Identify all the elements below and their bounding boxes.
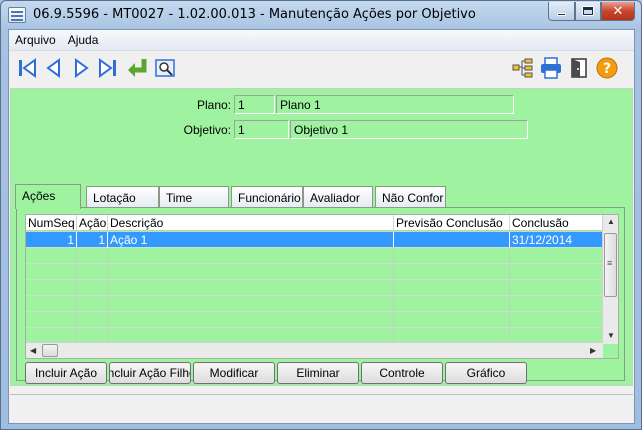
cell-acao: 1	[77, 232, 108, 248]
client-area: Arquivo Ajuda ? Plano: 1 Plano 1 Objetiv…	[8, 29, 635, 424]
horizontal-scroll-thumb[interactable]	[42, 344, 58, 357]
acoes-grid[interactable]: NumSeq Ação Descrição Previsão Conclusão…	[25, 214, 619, 359]
menu-arquivo[interactable]: Arquivo	[9, 33, 62, 47]
svg-text:?: ?	[603, 61, 611, 77]
maximize-icon	[582, 6, 594, 16]
vertical-scroll-thumb[interactable]	[604, 233, 617, 297]
cell-numseq: 1	[26, 232, 77, 248]
scroll-down-arrow-icon[interactable]: ▼	[607, 331, 615, 340]
title-bar: 06.9.5596 - MT0027 - 1.02.00.013 - Manut…	[1, 1, 641, 29]
empty-row	[26, 280, 603, 296]
help-button[interactable]: ?	[595, 56, 619, 80]
zoom-button[interactable]	[153, 56, 177, 80]
previous-record-icon	[46, 58, 60, 78]
hierarchy-button[interactable]	[511, 56, 535, 80]
tab-lotacao[interactable]: Lotação	[86, 186, 159, 208]
plano-code-field[interactable]: 1	[234, 95, 275, 114]
hierarchy-icon	[512, 58, 533, 78]
objetivo-label: Objetivo:	[183, 123, 231, 137]
cell-conclusao: 31/12/2014	[510, 232, 603, 248]
close-button[interactable]: ✕	[601, 2, 635, 21]
window-title: 06.9.5596 - MT0027 - 1.02.00.013 - Manut…	[33, 7, 476, 22]
scroll-up-arrow-icon[interactable]: ▲	[607, 217, 615, 226]
empty-row	[26, 248, 603, 264]
column-header-descricao[interactable]: Descrição	[108, 215, 394, 230]
print-button[interactable]	[539, 56, 563, 80]
grafico-button[interactable]: Gráfico	[445, 362, 527, 384]
return-button[interactable]	[125, 56, 149, 80]
next-record-button[interactable]	[69, 56, 93, 80]
status-bar	[10, 394, 633, 422]
controle-button[interactable]: Controle	[361, 362, 443, 384]
plano-label: Plano:	[196, 98, 231, 112]
tab-time[interactable]: Time	[159, 186, 229, 208]
last-record-icon	[99, 58, 116, 78]
next-record-icon	[75, 58, 89, 78]
column-header-conclusao[interactable]: Conclusão	[510, 215, 603, 230]
first-record-button[interactable]	[15, 56, 39, 80]
scroll-left-arrow-icon[interactable]: ◀	[30, 346, 36, 355]
maximize-button[interactable]	[575, 2, 601, 21]
tab-acoes[interactable]: Ações	[15, 184, 81, 209]
exit-door-icon	[571, 58, 587, 78]
print-icon	[541, 57, 561, 79]
column-header-previsao-conclusao[interactable]: Previsão Conclusão	[394, 215, 510, 230]
app-window: 06.9.5596 - MT0027 - 1.02.00.013 - Manut…	[0, 0, 642, 430]
empty-row	[26, 264, 603, 280]
help-icon: ?	[596, 57, 618, 79]
empty-row	[26, 296, 603, 312]
plano-description-field[interactable]: Plano 1	[276, 95, 514, 114]
tab-panel-acoes: NumSeq Ação Descrição Previsão Conclusão…	[16, 207, 625, 384]
column-header-numseq[interactable]: NumSeq	[26, 215, 77, 230]
menu-ajuda[interactable]: Ajuda	[62, 33, 105, 47]
first-record-icon	[19, 58, 36, 78]
table-row[interactable]: 1 1 Ação 1 31/12/2014	[26, 232, 603, 248]
toolbar: ?	[9, 52, 634, 86]
vertical-scrollbar[interactable]: ▲ ▼	[602, 215, 618, 344]
close-icon: ✕	[612, 3, 624, 18]
grid-body: 1 1 Ação 1 31/12/2014	[26, 232, 603, 344]
return-icon	[128, 59, 147, 77]
form-area: Plano: 1 Plano 1 Objetivo: 1 Objetivo 1 …	[10, 88, 633, 386]
exit-button[interactable]	[567, 56, 591, 80]
cell-descricao: Ação 1	[108, 232, 394, 248]
objetivo-description-field[interactable]: Objetivo 1	[290, 120, 528, 139]
cell-previsao-conclusao	[394, 232, 510, 248]
horizontal-scrollbar[interactable]: ◀ ▶	[26, 342, 603, 358]
grid-header: NumSeq Ação Descrição Previsão Conclusão…	[26, 215, 603, 231]
zoom-icon	[155, 59, 175, 77]
tab-nao-conformidade[interactable]: Não Confor	[375, 186, 446, 208]
eliminar-button[interactable]: Eliminar	[277, 362, 359, 384]
incluir-acao-filho-button[interactable]: Incluir Ação Filho	[109, 362, 191, 384]
modificar-button[interactable]: Modificar	[193, 362, 275, 384]
tab-funcionario[interactable]: Funcionário	[231, 186, 303, 208]
minimize-button[interactable]	[548, 2, 575, 21]
app-icon	[8, 7, 26, 23]
column-header-acao[interactable]: Ação	[77, 215, 108, 230]
empty-row	[26, 312, 603, 328]
incluir-acao-button[interactable]: Incluir Ação	[25, 362, 107, 384]
scroll-right-arrow-icon[interactable]: ▶	[590, 346, 596, 355]
tab-avaliador[interactable]: Avaliador	[303, 186, 373, 208]
last-record-button[interactable]	[96, 56, 120, 80]
action-buttons: Incluir Ação Incluir Ação Filho Modifica…	[25, 362, 527, 384]
menu-bar: Arquivo Ajuda	[9, 30, 634, 51]
previous-record-button[interactable]	[42, 56, 66, 80]
objetivo-code-field[interactable]: 1	[234, 120, 289, 139]
minimize-icon	[557, 12, 566, 16]
